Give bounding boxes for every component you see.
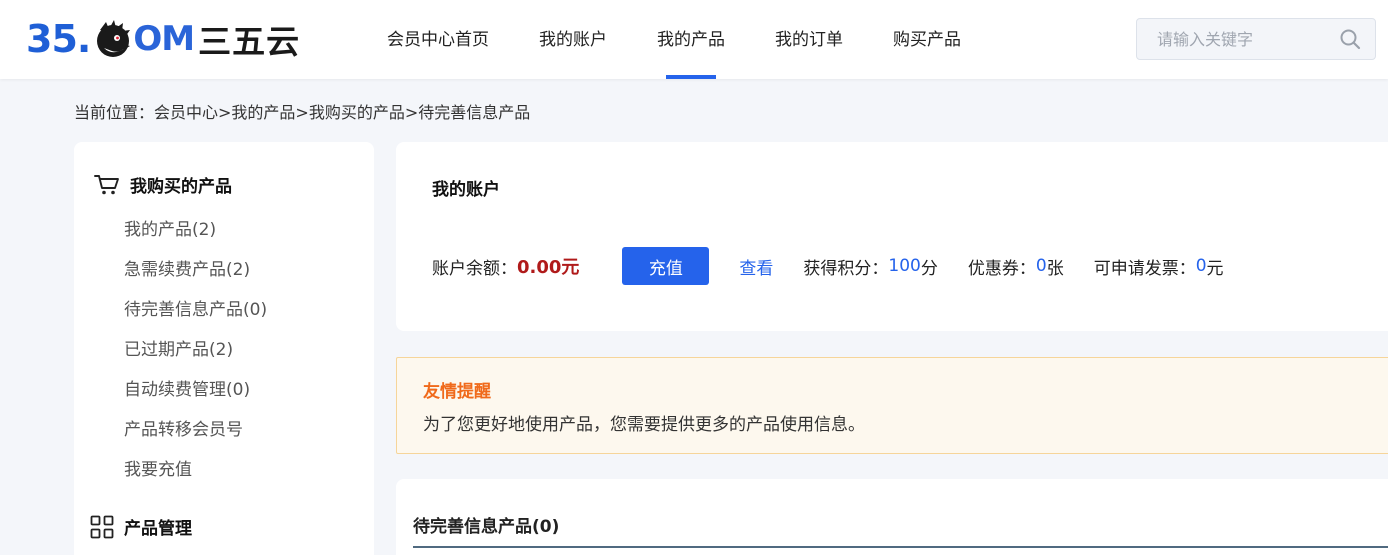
coupon-label: 优惠券： — [967, 258, 1036, 279]
pending-products-title: 待完善信息产品(0) — [413, 517, 560, 537]
balance-value: 0.00元 — [517, 257, 580, 278]
logo[interactable]: 35. OM 三五云 — [26, 16, 300, 62]
sidebar-item-urgent-renewal[interactable]: 急需续费产品(2) — [124, 255, 250, 280]
recharge-button[interactable]: 充值 — [622, 247, 710, 285]
points-value[interactable]: 100 — [888, 256, 920, 276]
nav-home[interactable]: 会员中心首页 — [362, 0, 514, 79]
logo-om: OM — [133, 19, 195, 59]
nav-my-orders[interactable]: 我的订单 — [750, 0, 868, 79]
notice-text: 为了您更好地使用产品，您需要提供更多的产品使用信息。 — [423, 415, 865, 435]
view-link[interactable]: 查看 — [739, 254, 773, 279]
divider — [413, 546, 1388, 548]
main-nav: 会员中心首页 我的账户 我的产品 我的订单 购买产品 — [362, 0, 986, 79]
nav-my-account[interactable]: 我的账户 — [514, 0, 632, 79]
account-card: 我的账户 账户余额： 0.00元 充值 查看 获得积分： 100 分 优惠券： … — [396, 142, 1388, 331]
sidebar-item-expired[interactable]: 已过期产品(2) — [124, 335, 233, 360]
logo-number: 35. — [26, 17, 91, 61]
breadcrumb: 当前位置：会员中心>我的产品>我购买的产品>待完善信息产品 — [74, 103, 531, 122]
points-unit: 分 — [920, 258, 938, 279]
notice-title: 友情提醒 — [423, 382, 491, 402]
cart-icon — [94, 174, 119, 194]
search-icon[interactable] — [1339, 28, 1361, 50]
pending-products-card: 待完善信息产品(0) — [396, 479, 1388, 555]
sidebar-item-auto-renewal[interactable]: 自动续费管理(0) — [124, 375, 250, 400]
notice-box: 友情提醒 为了您更好地使用产品，您需要提供更多的产品使用信息。 — [396, 357, 1388, 454]
sidebar-group-title: 产品管理 — [124, 519, 192, 539]
coupon-value[interactable]: 0 — [1036, 256, 1047, 276]
account-title: 我的账户 — [432, 180, 500, 200]
invoice-label: 可申请发票： — [1093, 258, 1196, 279]
sidebar-item-transfer[interactable]: 产品转移会员号 — [124, 415, 243, 440]
sidebar: 我购买的产品 我的产品(2) 急需续费产品(2) 待完善信息产品(0) 已过期产… — [74, 142, 374, 555]
search-box — [1136, 18, 1376, 60]
logo-chinese: 三五云 — [198, 22, 301, 61]
sidebar-group-product-management[interactable]: 产品管理 — [90, 514, 192, 539]
top-bar: 35. OM 三五云 会员中心首页 我的账户 我的产品 我的订单 购买产品 — [0, 0, 1388, 79]
search-input[interactable] — [1137, 19, 1337, 59]
sidebar-group-title: 我购买的产品 — [130, 177, 232, 197]
coupon-unit: 张 — [1046, 258, 1064, 279]
balance-label: 账户余额： — [432, 258, 517, 279]
account-summary: 账户余额： 0.00元 充值 查看 获得积分： 100 分 优惠券： 0 张 可… — [432, 247, 1224, 285]
sidebar-item-recharge[interactable]: 我要充值 — [124, 455, 192, 480]
sidebar-item-my-products[interactable]: 我的产品(2) — [124, 215, 216, 240]
nav-my-products[interactable]: 我的产品 — [632, 0, 750, 79]
points-label: 获得积分： — [803, 258, 889, 279]
sidebar-item-pending-info[interactable]: 待完善信息产品(0) — [124, 295, 267, 320]
sidebar-group-purchased: 我购买的产品 — [94, 172, 232, 197]
nav-buy-products[interactable]: 购买产品 — [868, 0, 986, 79]
dragon-logo-icon — [97, 20, 131, 57]
invoice-unit: 元 — [1206, 258, 1224, 279]
invoice-value[interactable]: 0 — [1196, 256, 1207, 276]
grid-icon — [90, 515, 114, 538]
